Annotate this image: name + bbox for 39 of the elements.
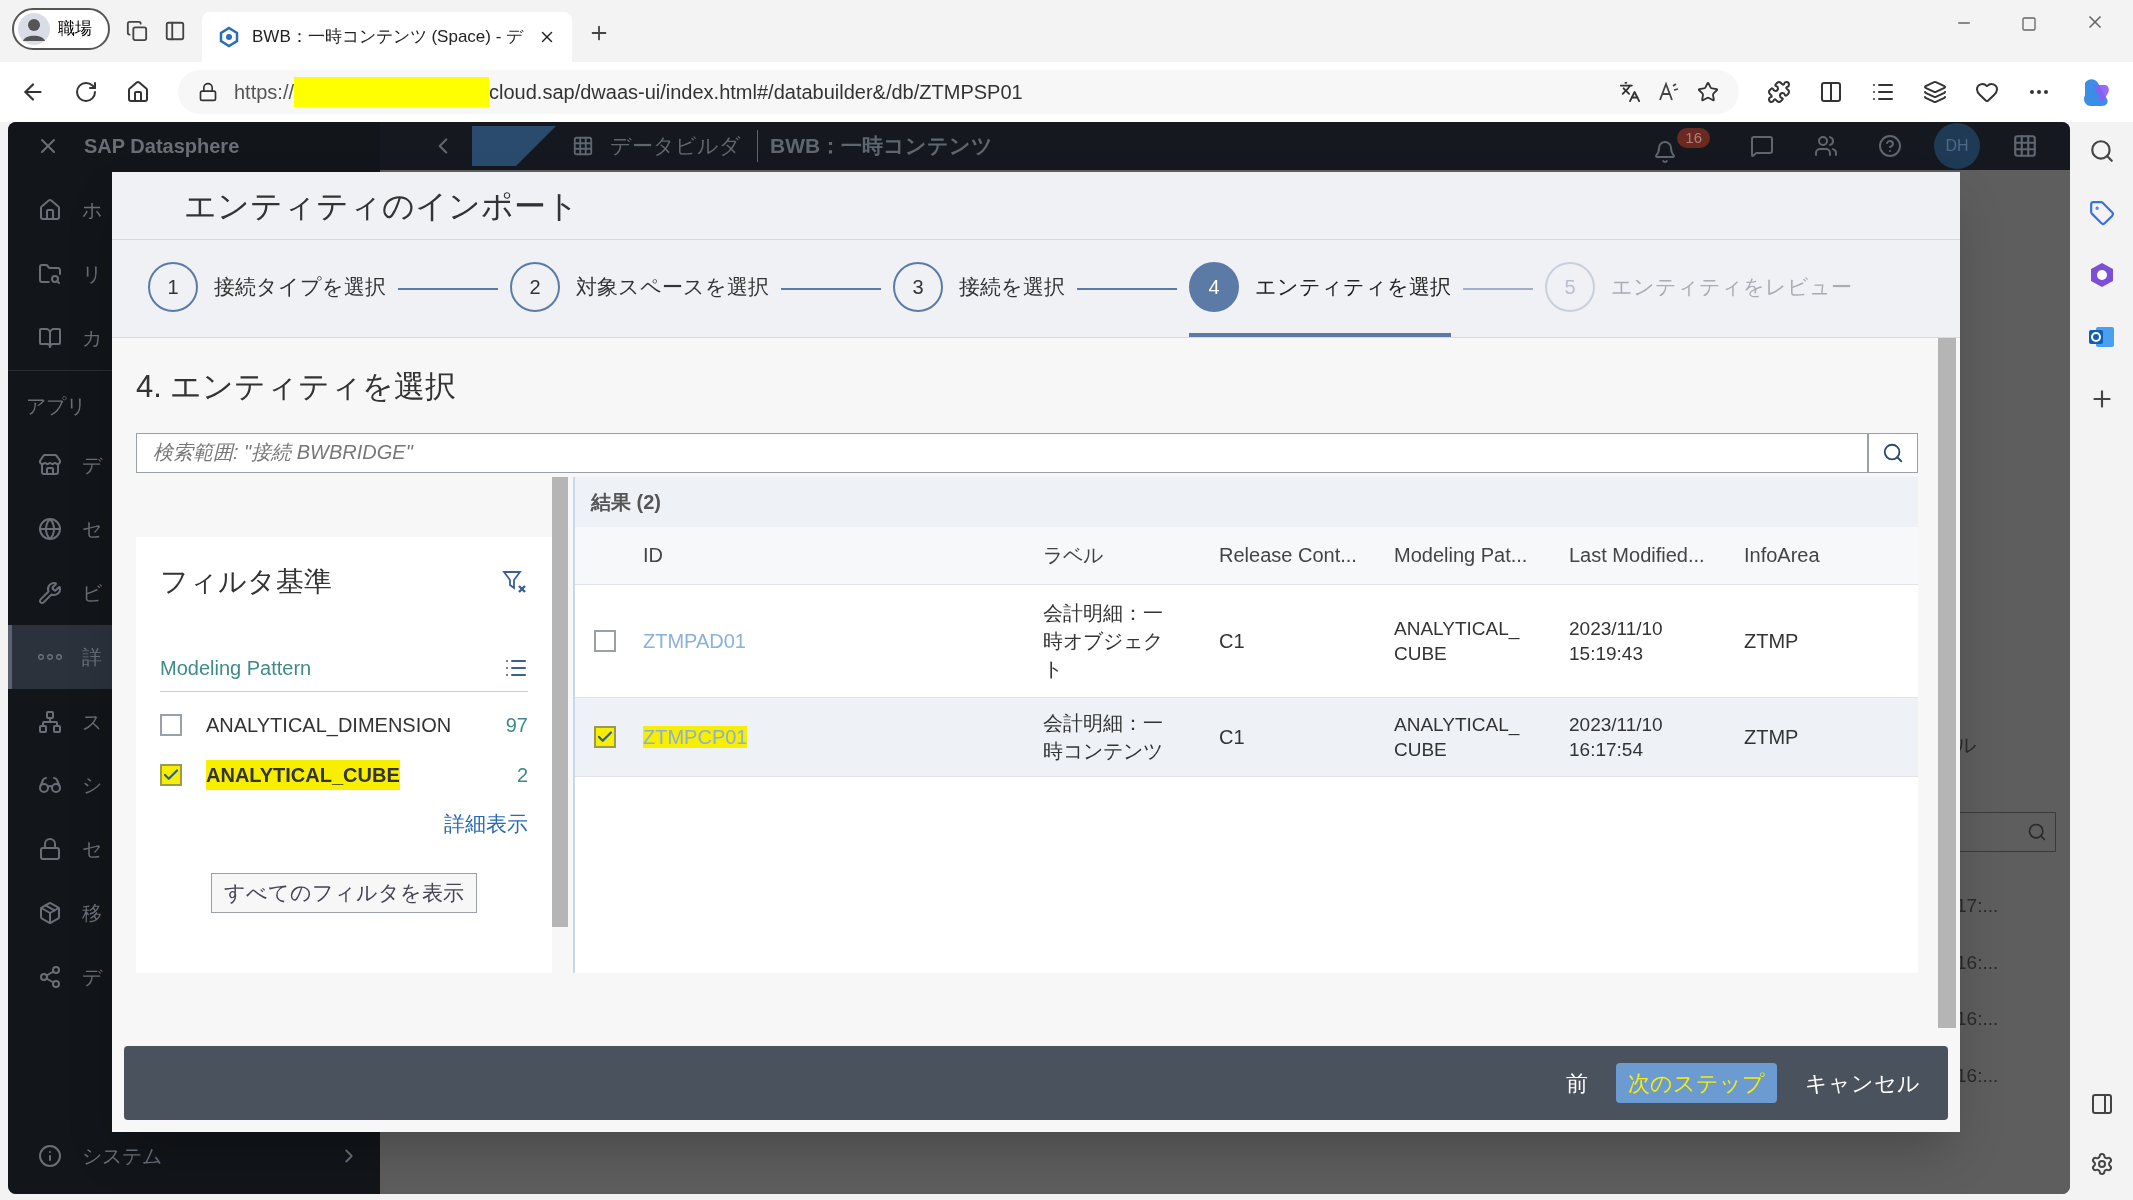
option-count: 97 <box>505 712 528 738</box>
nav-label: システム <box>82 1144 162 1169</box>
nav-label: デ <box>82 965 102 990</box>
nav-label: ビ <box>82 581 102 606</box>
tab-title: BWB：一時コンテンツ (Space) - デ <box>252 26 525 49</box>
nav-label: 移 <box>82 901 102 926</box>
nav-label: ホ <box>82 198 102 223</box>
nav-label: セ <box>82 517 102 542</box>
option-label: ANALYTICAL_DIMENSION <box>206 713 452 736</box>
table-cell: ZTMP <box>1744 629 1799 652</box>
nav-label: シ <box>82 773 102 798</box>
nav-label: ス <box>82 709 102 735</box>
url-text: cloud.sap/dwaas-ui/index.html#/databuilder&/db/ZTMPSP01 <box>489 80 1023 105</box>
table-cell-text: 会計明細：一時オブジェクト <box>1043 600 1164 682</box>
page-title: BWB：一時コンテンツ <box>757 130 994 162</box>
group-label: Modeling Pattern <box>160 655 312 681</box>
section-label: アプリ <box>26 395 86 417</box>
nav-label: リ <box>82 262 102 287</box>
nav-label: 詳 <box>82 645 102 670</box>
dialog-title: エンティティのインポート <box>184 186 579 226</box>
notification-badge: 16 <box>1677 128 1710 148</box>
table-cell-text: 2023/11/10 15:19:43 <box>1569 616 1664 666</box>
nav-label: セ <box>82 837 102 862</box>
table-cell-text: ANALYTICAL_ CUBE <box>1394 616 1521 666</box>
table-cell-text: 会計明細：一時コンテンツ <box>1043 710 1164 764</box>
results-heading: 結果 (2) <box>591 489 661 515</box>
nav-label: カ <box>82 326 102 351</box>
option-count: 2 <box>516 762 528 788</box>
option-label: ANALYTICAL_CUBE <box>206 763 400 786</box>
url-text: https:// <box>234 80 295 105</box>
brand-name: SAP Datasphere <box>84 134 240 159</box>
table-cell: C1 <box>1219 629 1245 652</box>
table-cell-text: ANALYTICAL_ CUBE <box>1394 712 1521 762</box>
filter-title: フィルタ基準 <box>160 564 332 599</box>
table-cell: C1 <box>1219 725 1245 748</box>
table-cell: ZTMP <box>1744 725 1799 748</box>
nav-label: デ <box>82 453 102 478</box>
table-cell-text: 2023/11/10 16:17:54 <box>1569 712 1664 762</box>
section-title: 4. エンティティを選択 <box>136 368 458 406</box>
